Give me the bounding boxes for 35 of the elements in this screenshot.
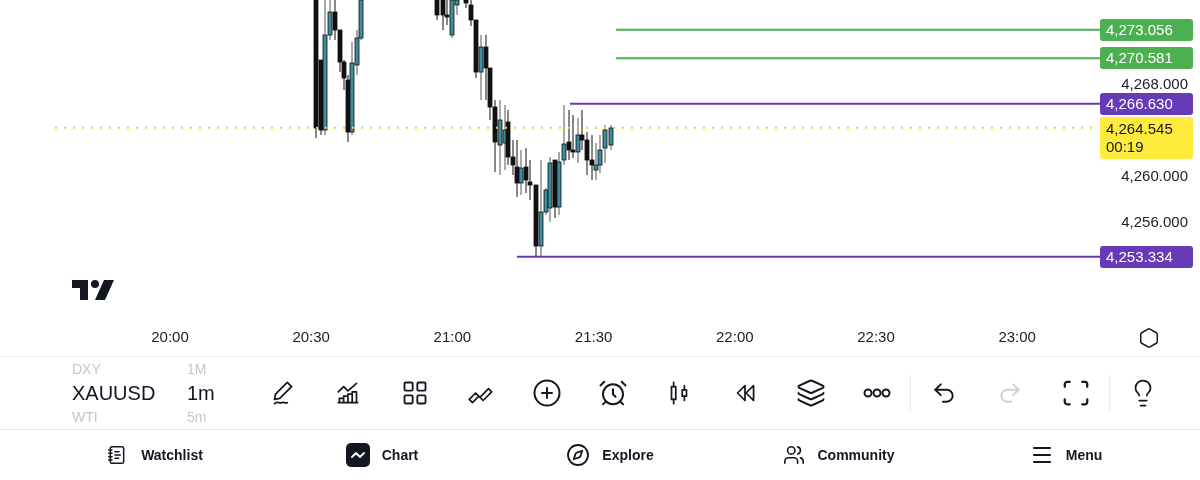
price-label: 4,253.334	[1100, 245, 1193, 268]
horizontal-line[interactable]	[516, 255, 1101, 258]
price-label: 4,270.581	[1100, 47, 1193, 70]
logo-icon	[72, 280, 114, 300]
nav-tab[interactable]: Chart	[268, 437, 496, 473]
price-tick: 4,256.000	[1121, 214, 1188, 230]
more-icon	[863, 388, 891, 398]
plus-icon	[532, 378, 562, 408]
symbol-option[interactable]: XAUUSD	[72, 380, 187, 406]
interval-option[interactable]: 1m	[187, 380, 247, 406]
time-tick: 21:00	[433, 328, 472, 345]
time-tick: 20:00	[151, 328, 189, 345]
fullscreen-icon	[1061, 378, 1091, 408]
time-tick: 22:30	[857, 328, 895, 345]
price-label: 4,266.630	[1100, 92, 1193, 115]
price-tick: 4,260.000	[1121, 168, 1188, 184]
time-tick: 23:00	[998, 328, 1036, 345]
layers-icon	[796, 378, 826, 408]
settings-icon	[1138, 327, 1160, 349]
nav-tab[interactable]: Watchlist	[40, 437, 268, 473]
nav-tab[interactable]: Menu	[952, 437, 1180, 473]
current-price-label: 4,264.545 00:19	[1100, 116, 1193, 159]
time-tick: 20:30	[292, 328, 330, 345]
grid-icon	[401, 379, 429, 407]
nav-tab[interactable]: Explore	[496, 437, 724, 473]
time-tick: 22:00	[716, 328, 754, 345]
horizontal-line[interactable]	[569, 102, 1101, 105]
nav-tab[interactable]: Community	[724, 437, 952, 473]
alarm-icon	[598, 378, 628, 408]
price-tick: 4,268.000	[1121, 76, 1188, 92]
redo-icon	[997, 380, 1023, 406]
undo-icon	[931, 380, 957, 406]
settings-button[interactable]	[1138, 327, 1160, 349]
time-tick: 21:30	[574, 328, 613, 345]
price-label: 4,273.056	[1100, 18, 1193, 41]
